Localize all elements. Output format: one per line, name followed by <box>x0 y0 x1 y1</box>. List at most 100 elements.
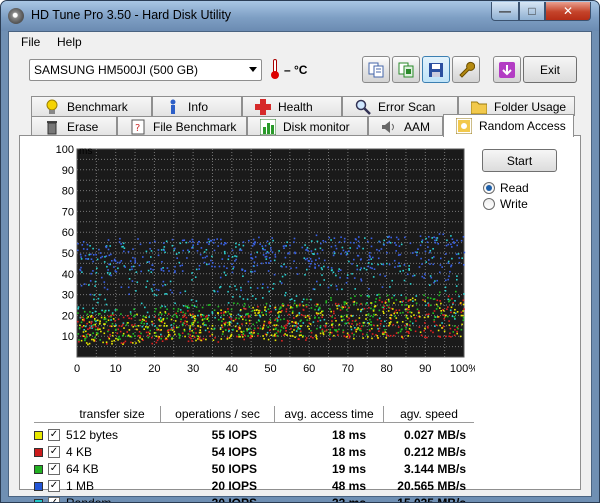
tab-file-benchmark[interactable]: ? File Benchmark <box>117 116 247 136</box>
maximize-button[interactable]: □ <box>519 2 545 21</box>
scatter-point <box>386 294 389 297</box>
scatter-point <box>249 286 252 289</box>
scatter-point <box>421 239 424 241</box>
scatter-point <box>211 324 214 327</box>
scatter-point <box>111 343 113 345</box>
scatter-point <box>243 330 245 333</box>
tab-benchmark[interactable]: Benchmark <box>31 96 152 116</box>
tab-erase[interactable]: Erase <box>31 116 117 136</box>
scatter-point <box>104 298 106 301</box>
scatter-point <box>153 293 156 296</box>
scatter-point <box>382 333 384 335</box>
save-button[interactable] <box>422 56 450 83</box>
scatter-point <box>291 306 294 309</box>
tab-folder-usage[interactable]: Folder Usage <box>458 96 575 116</box>
scatter-point <box>353 303 355 306</box>
minimize-button[interactable]: — <box>491 2 519 21</box>
scatter-point <box>228 313 231 315</box>
scatter-point <box>405 297 407 299</box>
scatter-point <box>234 318 237 321</box>
scatter-point <box>132 248 134 250</box>
scatter-point <box>209 335 212 337</box>
scatter-point <box>336 307 339 310</box>
series-checkbox[interactable]: ✓ <box>48 497 60 502</box>
scatter-point <box>267 308 270 310</box>
scatter-point <box>401 336 403 338</box>
series-checkbox[interactable]: ✓ <box>48 463 60 475</box>
scatter-point <box>171 244 174 247</box>
series-checkbox[interactable]: ✓ <box>48 446 60 458</box>
scatter-point <box>150 250 153 252</box>
scatter-point <box>155 288 158 291</box>
menu-help[interactable]: Help <box>57 35 82 49</box>
title-bar[interactable]: HD Tune Pro 3.50 - Hard Disk Utility — □… <box>1 1 599 31</box>
tab-info[interactable]: Info <box>152 96 242 116</box>
scatter-point <box>336 330 339 333</box>
scatter-point <box>126 331 128 333</box>
scatter-point <box>104 323 106 325</box>
start-button[interactable]: Start <box>482 149 557 172</box>
tab-aam[interactable]: AAM <box>368 116 443 136</box>
x-tick-label: 60 <box>303 363 315 375</box>
scatter-point <box>425 261 427 263</box>
scatter-point <box>251 257 253 259</box>
copy-text-button[interactable] <box>362 56 390 83</box>
scatter-point <box>179 291 182 294</box>
close-button[interactable]: ✕ <box>545 2 591 21</box>
series-checkbox[interactable]: ✓ <box>48 429 60 441</box>
scatter-point <box>346 319 349 322</box>
scatter-point <box>363 267 366 270</box>
scatter-point <box>406 323 408 325</box>
scatter-point <box>321 274 323 276</box>
tab-disk-monitor[interactable]: Disk monitor <box>247 116 368 136</box>
download-button[interactable] <box>493 56 521 83</box>
scatter-point <box>337 270 340 272</box>
scatter-point <box>280 311 282 313</box>
scatter-point <box>432 312 434 314</box>
scatter-point <box>89 280 92 282</box>
x-tick-label: 80 <box>380 363 392 375</box>
scatter-point <box>178 337 181 339</box>
menu-file[interactable]: File <box>21 35 40 49</box>
scatter-point <box>148 261 150 263</box>
transfer-size-cell: 64 KB <box>66 462 99 476</box>
scatter-point <box>421 263 423 265</box>
scatter-point <box>147 331 150 334</box>
scatter-point <box>426 325 429 328</box>
scatter-point <box>114 260 117 262</box>
info-icon <box>165 99 181 115</box>
scatter-point <box>234 255 236 257</box>
scatter-point <box>370 302 372 304</box>
scatter-point <box>160 337 162 340</box>
series-checkbox[interactable]: ✓ <box>48 480 60 492</box>
scatter-point <box>162 267 164 269</box>
exit-button[interactable]: Exit <box>523 56 577 83</box>
tab-random-access[interactable]: Random Access <box>443 114 574 137</box>
copy-screenshot-button[interactable] <box>392 56 420 83</box>
scatter-point <box>462 314 464 317</box>
scatter-point <box>127 322 129 324</box>
tab-error-scan[interactable]: Error Scan <box>342 96 458 116</box>
read-radio[interactable]: Read <box>483 181 529 195</box>
scatter-point <box>212 242 215 244</box>
series-color-swatch <box>34 499 43 502</box>
options-button[interactable] <box>452 56 480 83</box>
scatter-point <box>449 327 452 330</box>
tab-health[interactable]: Health <box>242 96 342 116</box>
scatter-point <box>359 259 362 261</box>
scatter-point <box>151 290 154 292</box>
scatter-point <box>205 249 208 251</box>
scatter-point <box>83 283 86 285</box>
scatter-point <box>447 298 449 301</box>
drive-select[interactable]: SAMSUNG HM500JI (500 GB) <box>29 59 262 81</box>
scatter-point <box>89 334 91 336</box>
scatter-point <box>284 333 286 335</box>
scatter-point <box>388 324 390 327</box>
write-radio[interactable]: Write <box>483 197 528 211</box>
scatter-point <box>131 268 133 271</box>
scatter-point <box>256 264 259 267</box>
scatter-point <box>102 341 104 344</box>
scatter-point <box>235 317 238 319</box>
scatter-point <box>155 341 158 344</box>
scatter-point <box>462 303 465 306</box>
